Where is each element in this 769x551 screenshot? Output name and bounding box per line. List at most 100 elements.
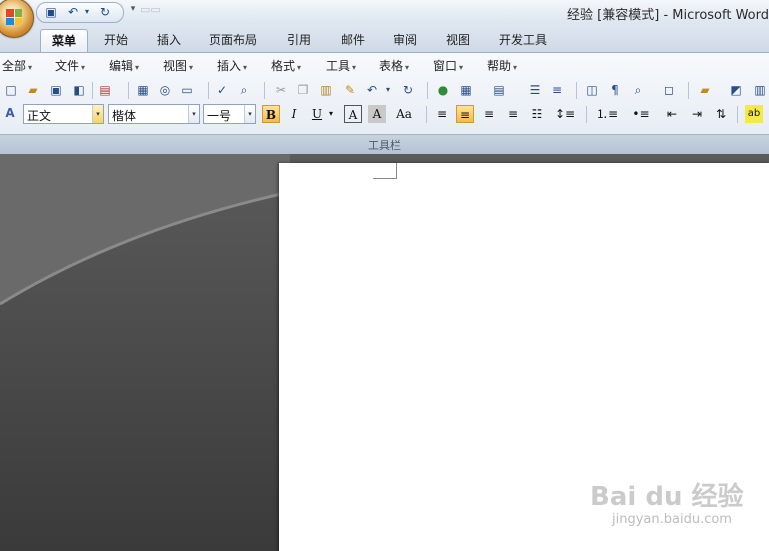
styles-icon[interactable]: A bbox=[1, 104, 19, 122]
chevron-down-icon: ▾ bbox=[459, 63, 464, 72]
full-screen-icon[interactable]: ◻ bbox=[660, 81, 678, 99]
show-hide-icon[interactable]: ¶ bbox=[606, 81, 624, 99]
justify-icon[interactable]: ≡ bbox=[504, 105, 522, 123]
line-spacing-icon[interactable]: ↕≡ bbox=[553, 105, 577, 123]
align-right-icon[interactable]: ≡ bbox=[480, 105, 498, 123]
chevron-down-icon: ▾ bbox=[135, 63, 140, 72]
underline-button[interactable]: U bbox=[308, 105, 326, 123]
chevron-down-icon[interactable]: ▾ bbox=[244, 105, 255, 123]
tab-mailings[interactable]: 邮件 bbox=[332, 29, 374, 51]
drawing-icon[interactable]: ≡ bbox=[548, 81, 566, 99]
quick-access-toolbar: ▣ ↶ ▾ ↻ bbox=[36, 2, 124, 23]
redo-icon[interactable]: ↻ bbox=[97, 4, 113, 20]
sort-icon[interactable]: ⇅ bbox=[712, 105, 730, 123]
menu-file-label: 文件 bbox=[55, 59, 80, 73]
font-value: 楷体 bbox=[112, 109, 137, 123]
undo-dropdown-icon[interactable]: ▾ bbox=[383, 81, 393, 99]
decrease-indent-icon[interactable]: ⇤ bbox=[663, 105, 681, 123]
paste-icon[interactable]: ▥ bbox=[317, 81, 335, 99]
menu-file[interactable]: 文件 ▾ bbox=[55, 58, 85, 74]
tab-insert[interactable]: 插入 bbox=[148, 29, 190, 51]
pdf-icon[interactable]: ▤ bbox=[96, 81, 114, 99]
separator bbox=[737, 106, 738, 123]
save-icon[interactable]: ▣ bbox=[43, 4, 59, 20]
window-title: 经验 [兼容模式] - Microsoft Word bbox=[567, 8, 769, 23]
columns-icon[interactable]: ☰ bbox=[526, 81, 544, 99]
chevron-down-icon[interactable]: ▾ bbox=[92, 105, 103, 123]
tab-developer[interactable]: 开发工具 bbox=[490, 29, 556, 51]
customize-qat-icon[interactable]: ▾ bbox=[128, 4, 138, 18]
char-shading-button[interactable]: A bbox=[368, 105, 386, 123]
separator bbox=[208, 82, 209, 99]
menu-format[interactable]: 格式 ▾ bbox=[271, 58, 301, 74]
font-select[interactable]: 楷体 ▾ bbox=[108, 104, 200, 124]
reading-layout-icon[interactable]: ▭ bbox=[178, 81, 196, 99]
hyperlink-icon[interactable]: ● bbox=[434, 81, 452, 99]
standard-toolbar: □ ▰ ▣ ◧ ▤ ▦ ◎ ▭ ✓ ⌕ ✂ ❐ ▥ ✎ ↶ ▾ ↻ ● ▦ ▤ … bbox=[0, 79, 769, 101]
style-select[interactable]: 正文 ▾ bbox=[23, 104, 104, 124]
bullets-icon[interactable]: •≡ bbox=[628, 105, 654, 123]
highlight-icon[interactable]: ab bbox=[745, 105, 763, 123]
copy-icon[interactable]: ❐ bbox=[294, 81, 312, 99]
research-icon[interactable]: ⌕ bbox=[235, 81, 253, 99]
underline-dropdown-icon[interactable]: ▾ bbox=[326, 105, 336, 123]
folder-icon[interactable]: ▰ bbox=[696, 81, 714, 99]
chevron-down-icon: ▾ bbox=[243, 63, 248, 72]
document-map-icon[interactable]: ◫ bbox=[583, 81, 601, 99]
print-preview-icon[interactable]: ◎ bbox=[156, 81, 174, 99]
compare-icon[interactable]: ◩ bbox=[727, 81, 745, 99]
zoom-icon[interactable]: ⌕ bbox=[629, 81, 647, 99]
format-painter-icon[interactable]: ✎ bbox=[341, 81, 359, 99]
print-icon[interactable]: ▦ bbox=[134, 81, 152, 99]
cut-icon[interactable]: ✂ bbox=[272, 81, 290, 99]
tab-review[interactable]: 审阅 bbox=[384, 29, 426, 51]
numbering-icon[interactable]: ⒈≡ bbox=[594, 105, 620, 123]
margin-corner-mark bbox=[373, 163, 397, 179]
menu-tools-label: 工具 bbox=[326, 59, 351, 73]
undo-icon[interactable]: ↶ bbox=[363, 81, 381, 99]
undo-dropdown-icon[interactable]: ▾ bbox=[83, 4, 91, 20]
redo-icon[interactable]: ↻ bbox=[399, 81, 417, 99]
insert-table-icon[interactable]: ▤ bbox=[490, 81, 508, 99]
align-left-icon[interactable]: ≡ bbox=[433, 105, 451, 123]
formatting-toolbar: A 正文 ▾ 楷体 ▾ 一号 ▾ B I U ▾ A A Aa ≡ ≡ ≡ ≡ … bbox=[0, 102, 769, 126]
menu-view[interactable]: 视图 ▾ bbox=[163, 58, 193, 74]
tab-menu[interactable]: 菜单 bbox=[40, 29, 88, 52]
undo-icon[interactable]: ↶ bbox=[65, 4, 81, 20]
spelling-icon[interactable]: ✓ bbox=[213, 81, 231, 99]
chevron-down-icon: ▾ bbox=[405, 63, 410, 72]
char-border-button[interactable]: A bbox=[344, 105, 362, 123]
menu-insert[interactable]: 插入 ▾ bbox=[217, 58, 247, 74]
tab-view[interactable]: 视图 bbox=[437, 29, 479, 51]
title-bar: ▣ ↶ ▾ ↻ ▾ ▭▭ 经验 [兼容模式] - Microsoft Word bbox=[0, 0, 769, 38]
menu-edit-label: 编辑 bbox=[109, 59, 134, 73]
menu-format-label: 格式 bbox=[271, 59, 296, 73]
distributed-icon[interactable]: ☷ bbox=[528, 105, 546, 123]
bold-button[interactable]: B bbox=[262, 105, 280, 123]
open-folder-icon[interactable]: ▰ bbox=[24, 81, 42, 99]
more-tools-icon[interactable]: ▥ bbox=[751, 81, 769, 99]
menu-table[interactable]: 表格 ▾ bbox=[379, 58, 409, 74]
tab-page-layout[interactable]: 页面布局 bbox=[200, 29, 266, 51]
chevron-down-icon[interactable]: ▾ bbox=[188, 105, 199, 123]
separator bbox=[426, 106, 427, 123]
separator bbox=[586, 106, 587, 123]
menu-edit[interactable]: 编辑 ▾ bbox=[109, 58, 139, 74]
change-case-button[interactable]: Aa bbox=[391, 105, 417, 123]
menu-tools[interactable]: 工具 ▾ bbox=[326, 58, 356, 74]
menu-all[interactable]: 全部 ▾ bbox=[2, 58, 32, 74]
menu-window[interactable]: 窗口 ▾ bbox=[433, 58, 463, 74]
new-document-icon[interactable]: □ bbox=[2, 81, 20, 99]
align-center-icon[interactable]: ≡ bbox=[456, 105, 474, 123]
save-icon[interactable]: ▣ bbox=[47, 81, 65, 99]
font-size-select[interactable]: 一号 ▾ bbox=[203, 104, 256, 124]
faded-toolbar-icon: ▭▭ bbox=[140, 3, 161, 16]
tables-borders-icon[interactable]: ▦ bbox=[457, 81, 475, 99]
italic-button[interactable]: I bbox=[285, 105, 303, 123]
tab-references[interactable]: 引用 bbox=[278, 29, 320, 51]
tab-home[interactable]: 开始 bbox=[96, 29, 136, 51]
increase-indent-icon[interactable]: ⇥ bbox=[688, 105, 706, 123]
menu-help[interactable]: 帮助 ▾ bbox=[487, 58, 517, 74]
permission-icon[interactable]: ◧ bbox=[70, 81, 88, 99]
watermark-url: jingyan.baidu.com bbox=[612, 512, 732, 527]
